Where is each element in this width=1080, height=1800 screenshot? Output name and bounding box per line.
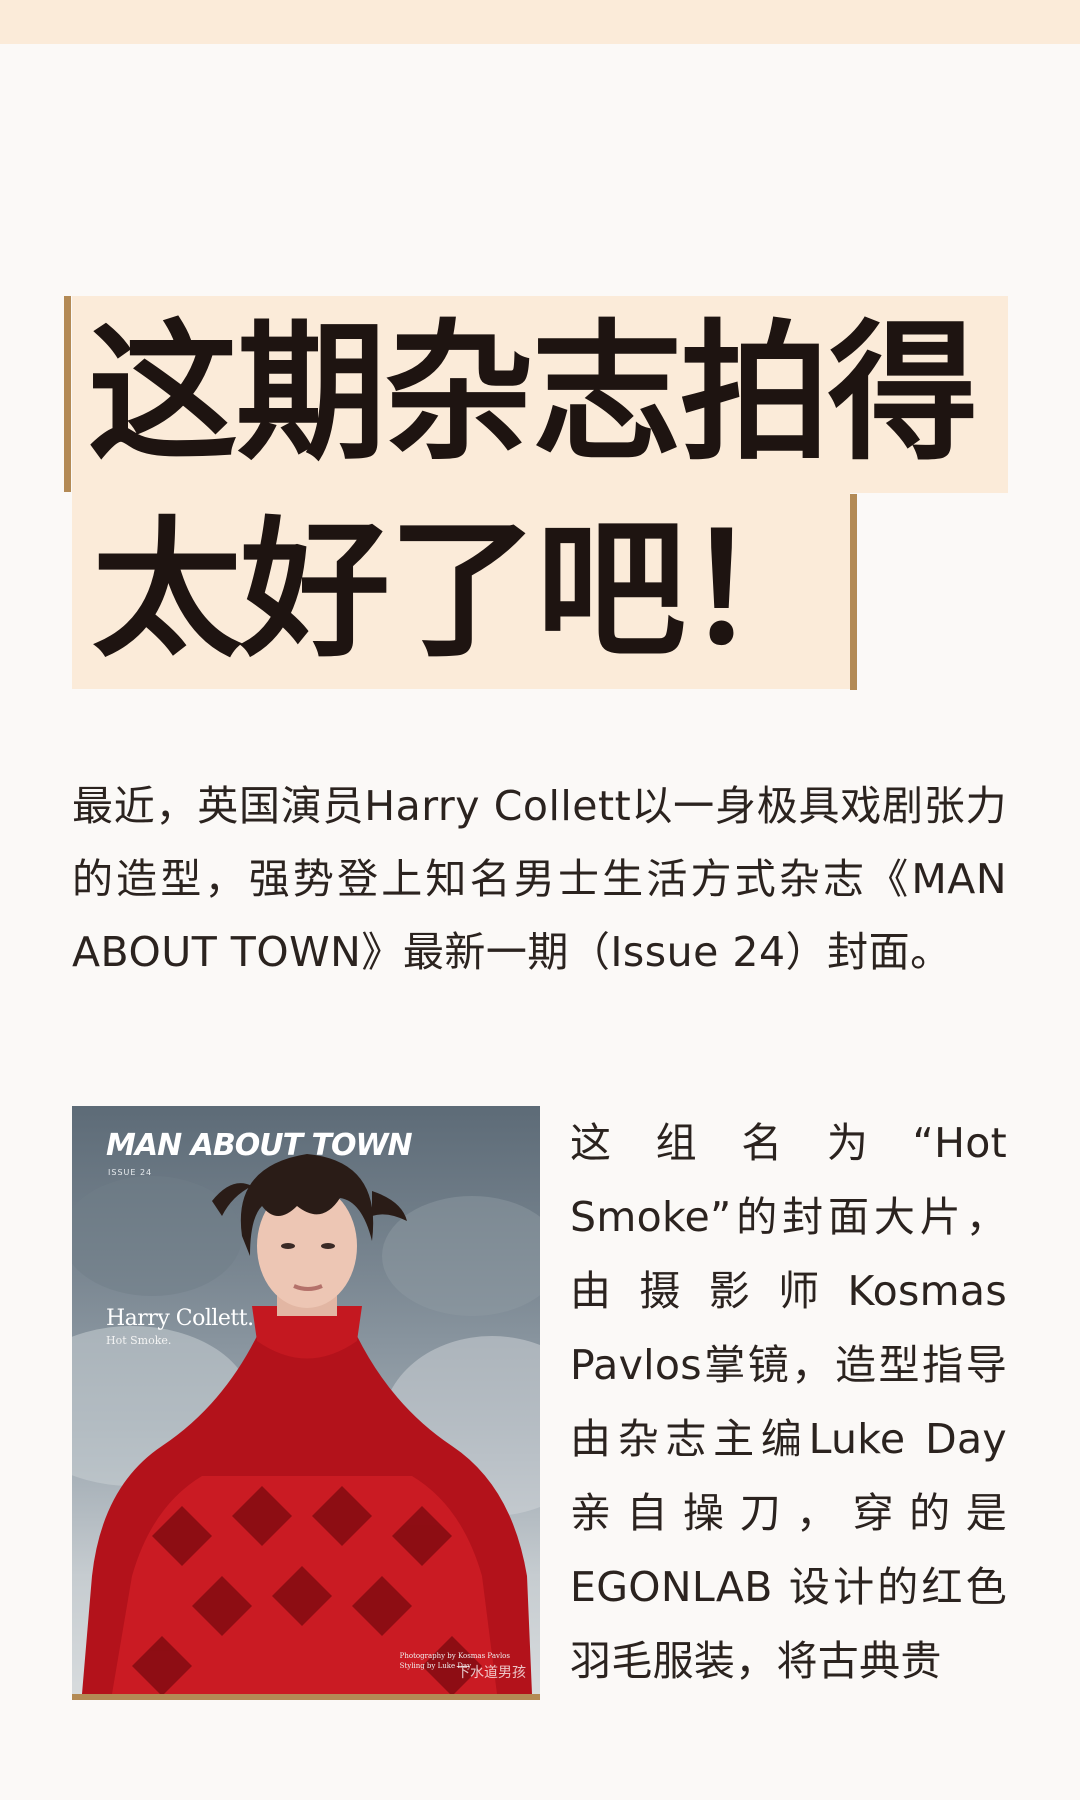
cover-masthead: MAN ABOUT TOWN	[106, 1128, 413, 1163]
cover-credit-photo: Photography by Kosmas Pavlos	[399, 1652, 510, 1660]
cover-story-title: Hot Smoke.	[106, 1334, 172, 1347]
cover-star-name: Harry Collett.	[106, 1306, 254, 1331]
title-accent-bar-right	[850, 494, 857, 690]
top-accent-band	[0, 0, 1080, 44]
article-title-line-2: 太好了吧！	[72, 493, 850, 689]
cover-issue-label: ISSUE 24	[108, 1168, 153, 1177]
article-title-line-1: 这期杂志拍得	[72, 296, 1008, 493]
title-accent-bar-left	[64, 296, 71, 492]
intro-paragraph: 最近，英国演员Harry Collett以一身极具戏剧张力的造型，强势登上知名男…	[72, 782, 1007, 976]
magazine-cover-image: MAN ABOUT TOWN ISSUE 24 Harry Collett. H…	[72, 1106, 540, 1694]
cover-gold-rule	[72, 1694, 540, 1700]
cover-photo-illustration	[72, 1154, 540, 1694]
wechat-watermark: 下水道男孩	[456, 1665, 526, 1681]
side-paragraph: 这组名为“Hot Smoke”的封面大片，由摄影师Kosmas Pavlos掌镜…	[570, 1119, 1007, 1685]
